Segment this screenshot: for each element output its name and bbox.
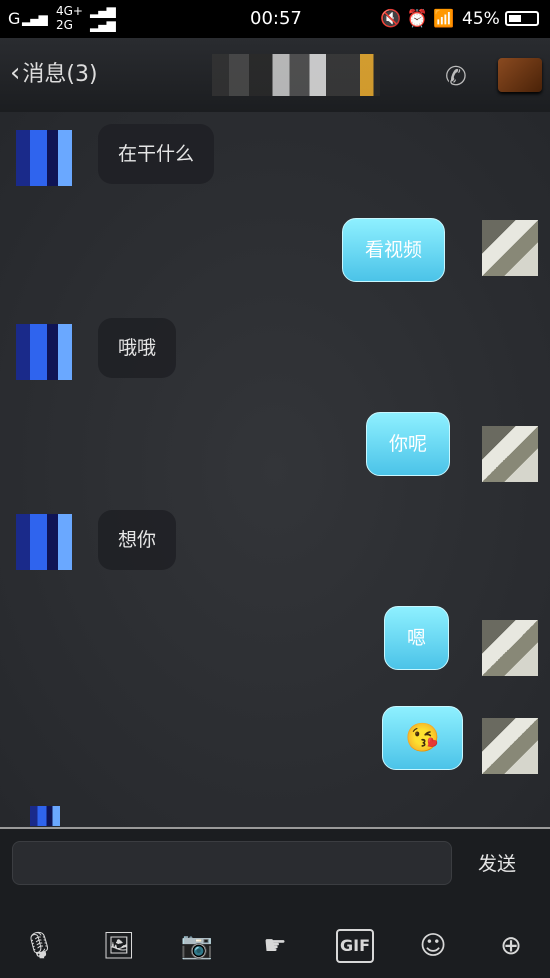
image-icon[interactable]: 🖼 — [100, 929, 138, 963]
profile-book-icon[interactable] — [498, 58, 542, 92]
battery-percent: 45% — [462, 9, 500, 29]
signal-icon: ▂▄▆ — [22, 12, 48, 26]
camera-icon[interactable]: 📷 — [178, 929, 216, 963]
message-bubble-sent-emoji[interactable]: 😘 — [382, 706, 463, 770]
emoji-icon[interactable]: ☺ — [414, 929, 452, 963]
message-bubble-received[interactable]: 在干什么 — [98, 124, 215, 184]
message-bubble-sent[interactable]: 嗯 — [384, 606, 450, 670]
poke-icon[interactable]: ☛ — [256, 929, 294, 963]
chat-header: ‹消息(3) ✆ — [0, 38, 550, 113]
chat-history[interactable]: 在干什么 看视频 哦哦 你呢 想你 嗯 😘 — [0, 112, 550, 827]
back-button[interactable]: ‹消息(3) — [10, 56, 98, 88]
message-input[interactable] — [12, 841, 452, 885]
message-bubble-received[interactable]: 想你 — [98, 510, 177, 570]
avatar — [30, 806, 60, 826]
phone-icon[interactable]: ✆ — [445, 62, 467, 92]
signal-bars-icon: ▂▄▆ ▂▄▆ — [90, 4, 116, 32]
back-label: 消息(3) — [22, 62, 98, 87]
wifi-icon: 📶 — [433, 9, 455, 29]
battery-icon — [505, 11, 539, 26]
contact-name-redacted — [212, 54, 380, 96]
message-bubble-received[interactable]: 哦哦 — [98, 318, 177, 378]
avatar[interactable] — [482, 718, 538, 774]
send-button[interactable]: 发送 — [478, 849, 516, 876]
plus-icon[interactable]: ⊕ — [492, 929, 530, 963]
chevron-left-icon: ‹ — [10, 58, 21, 88]
avatar[interactable] — [16, 130, 72, 186]
input-toolbar: 🎙 🖼 📷 ☛ GIF ☺ ⊕ — [0, 915, 550, 978]
status-icons: 🔇 ⏰ 📶 — [380, 9, 454, 29]
gif-icon[interactable]: GIF — [336, 929, 374, 963]
message-bubble-sent[interactable]: 看视频 — [342, 218, 446, 282]
microphone-icon[interactable]: 🎙 — [20, 929, 58, 963]
message-bubble-sent[interactable]: 你呢 — [366, 412, 451, 476]
mute-icon: 🔇 — [380, 9, 402, 29]
network-type: 4G+ 2G — [56, 4, 83, 32]
avatar[interactable] — [482, 426, 538, 482]
avatar[interactable] — [482, 220, 538, 276]
input-bar: 发送 — [0, 827, 550, 917]
status-bar: G ▂▄▆ 4G+ 2G ▂▄▆ ▂▄▆ 00:57 🔇 ⏰ 📶 45% — [0, 0, 550, 38]
clock: 00:57 — [250, 8, 302, 29]
avatar[interactable] — [16, 514, 72, 570]
carrier-label: G — [8, 9, 21, 28]
alarm-icon: ⏰ — [406, 9, 428, 29]
avatar[interactable] — [482, 620, 538, 676]
avatar[interactable] — [16, 324, 72, 380]
